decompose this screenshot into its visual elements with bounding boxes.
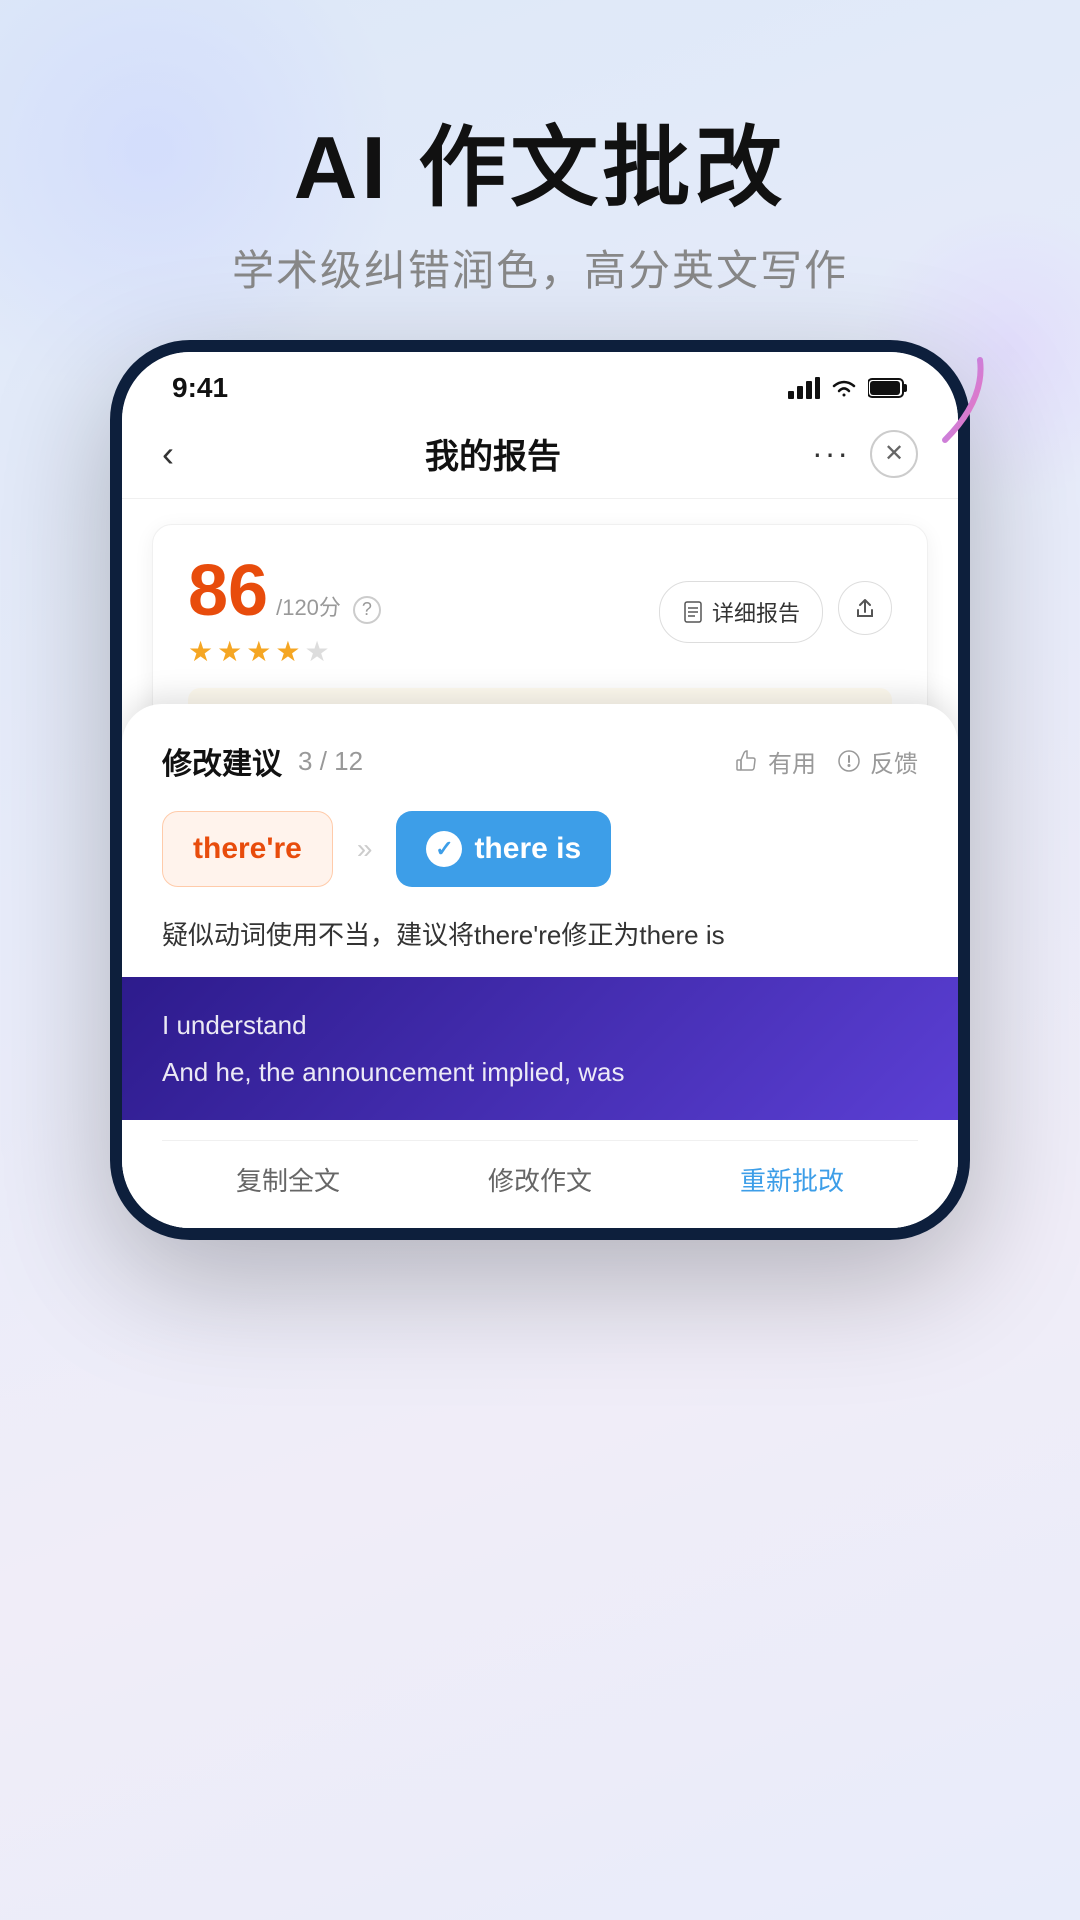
correction-row: there're » ✓ there is bbox=[162, 811, 918, 887]
preview-line2: And he, the announcement implied, was bbox=[162, 1049, 918, 1096]
star-rating: ★ ★ ★ ★ ★ bbox=[188, 635, 381, 668]
check-icon: ✓ bbox=[426, 831, 462, 867]
arrow-icon: » bbox=[357, 833, 373, 865]
wifi-icon bbox=[830, 377, 858, 399]
score-max: /120分 bbox=[276, 590, 341, 622]
suggestion-title: 修改建议 bbox=[162, 739, 282, 783]
sub-title: 学术级纠错润色，高分英文写作 bbox=[0, 237, 1080, 298]
nav-bar: ‹ 我的报告 ··· ✕ bbox=[122, 414, 958, 499]
useful-button[interactable]: 有用 bbox=[734, 744, 816, 779]
suggestion-panel: 修改建议 3 / 12 有用 反馈 ther bbox=[122, 704, 958, 1228]
copy-button[interactable]: 复制全文 bbox=[236, 1161, 340, 1198]
phone-mockup: 9:41 bbox=[110, 340, 970, 1240]
preview-section: I understand And he, the announcement im… bbox=[122, 977, 958, 1121]
nav-title: 我的报告 bbox=[425, 429, 561, 478]
preview-line1: I understand bbox=[162, 1002, 918, 1049]
suggestion-description: 疑似动词使用不当，建议将there're修正为there is bbox=[162, 915, 918, 957]
score-number: 86 bbox=[188, 555, 268, 627]
detail-report-button[interactable]: 详细报告 bbox=[659, 581, 823, 643]
share-button[interactable] bbox=[838, 581, 892, 635]
signal-icon bbox=[788, 377, 820, 399]
more-button[interactable]: ··· bbox=[812, 435, 850, 472]
help-icon[interactable]: ? bbox=[353, 596, 381, 624]
suggestion-count: 3 / 12 bbox=[298, 746, 363, 777]
status-bar: 9:41 bbox=[122, 352, 958, 414]
status-time: 9:41 bbox=[172, 372, 228, 404]
recheck-button[interactable]: 重新批改 bbox=[740, 1161, 844, 1198]
wrong-word-chip[interactable]: there're bbox=[162, 811, 333, 887]
back-button[interactable]: ‹ bbox=[162, 433, 174, 475]
bottom-buttons: 复制全文 修改作文 重新批改 bbox=[162, 1140, 918, 1198]
edit-button[interactable]: 修改作文 bbox=[488, 1161, 592, 1198]
feedback-button[interactable]: 反馈 bbox=[836, 744, 918, 779]
main-title: AI 作文批改 bbox=[0, 120, 1080, 217]
status-icons bbox=[788, 377, 908, 399]
correct-word-chip[interactable]: ✓ there is bbox=[396, 811, 611, 887]
